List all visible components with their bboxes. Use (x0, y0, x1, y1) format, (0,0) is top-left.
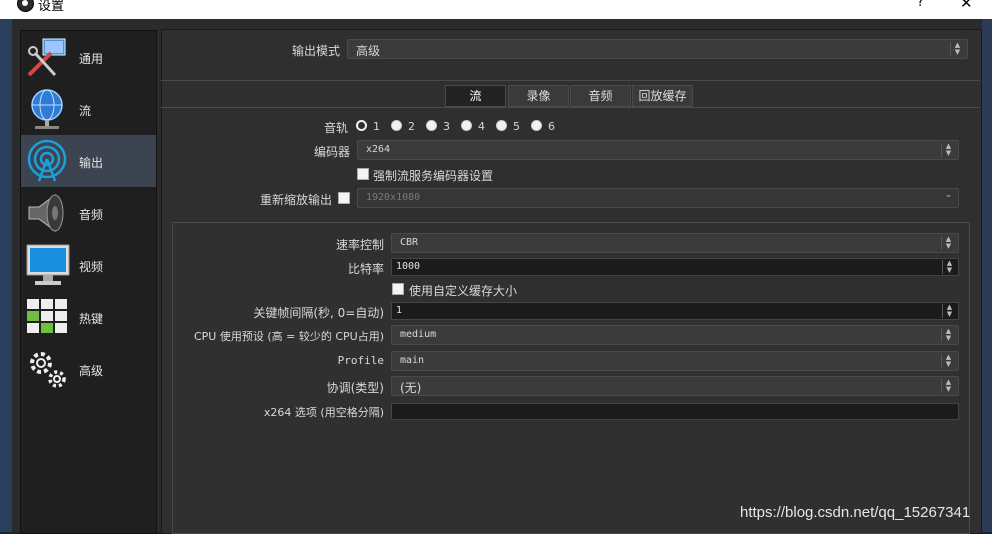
tune-select[interactable]: (无) ▲ ▼ (391, 376, 959, 396)
divider (161, 80, 980, 81)
encoder-label: 编码器 (313, 145, 350, 159)
tab-stream[interactable]: 流 (445, 85, 506, 107)
keyframe-value: 1 (396, 305, 403, 316)
radio-label: 2 (408, 120, 415, 133)
radio-label: 6 (548, 120, 555, 133)
obs-app-icon (17, 0, 34, 12)
sidebar-item-label: 热键 (79, 312, 104, 326)
tune-value: (无) (400, 381, 422, 395)
audio-track-radio-2[interactable] (391, 120, 402, 131)
bitrate-label: 比特率 (347, 262, 384, 276)
audio-track-radio-6[interactable] (531, 120, 542, 131)
spinbox-arrows-icon[interactable]: ▲ ▼ (942, 304, 956, 318)
cpu-preset-label: CPU 使用预设 (高 = 较少的 CPU占用) (193, 330, 384, 343)
monitor-icon (26, 244, 70, 285)
sidebar-item-label: 音频 (79, 208, 104, 222)
audio-track-radio-4[interactable] (461, 120, 472, 131)
rate-control-label: 速率控制 (335, 238, 384, 252)
cpu-preset-value: medium (400, 329, 437, 340)
sidebar-item-label: 输出 (79, 156, 104, 170)
keyframe-interval-label: 关键帧间隔(秒, 0=自动) (253, 306, 384, 320)
rescale-value: 1920x1080 (366, 192, 421, 203)
radio-label: 3 (443, 120, 450, 133)
desktop-edge-left (0, 19, 12, 532)
sidebar-item-hotkeys[interactable]: 热键 (21, 291, 156, 343)
desktop-edge-right (982, 19, 992, 532)
sidebar-item-video[interactable]: 视频 (21, 239, 156, 291)
updown-arrows-icon: ▲ ▼ (941, 143, 955, 157)
enforce-encoder-label: 强制流服务编码器设置 (373, 169, 494, 183)
output-mode-select[interactable]: 高级 ▲ ▼ (347, 39, 968, 59)
stream-globe-icon (31, 89, 63, 129)
bitrate-value: 1000 (396, 261, 421, 272)
audio-track-label: 音轨 (323, 121, 348, 135)
updown-arrows-icon: ▲ ▼ (941, 379, 955, 393)
x264-options-input[interactable] (391, 403, 959, 420)
rate-control-value: CBR (400, 237, 419, 248)
settings-sidebar: 通用 流 输出 音频 视频 热键 高级 (20, 30, 157, 534)
profile-label: Profile (337, 354, 384, 367)
radio-label: 4 (478, 120, 485, 133)
speaker-icon (28, 194, 64, 232)
output-mode-value: 高级 (356, 44, 381, 58)
tab-replay-buffer[interactable]: 回放缓存 (632, 85, 693, 107)
output-broadcast-icon (27, 139, 67, 182)
updown-arrows-icon: ▲ ▼ (950, 42, 964, 56)
x264-options-label: x264 选项 (用空格分隔) (263, 406, 384, 419)
bitrate-input[interactable]: 1000 ▲ ▼ (391, 258, 959, 276)
tab-divider (161, 107, 980, 108)
rescale-checkbox[interactable] (338, 192, 350, 204)
chevron-down-icon: ⌄ (944, 190, 953, 200)
title-bar: 设置 ? ✕ (0, 0, 992, 19)
radio-label: 5 (513, 120, 520, 133)
custom-buffer-label: 使用自定义缓存大小 (409, 284, 518, 298)
sidebar-item-output[interactable]: 输出 (21, 135, 156, 187)
sidebar-item-advanced[interactable]: 高级 (21, 343, 156, 395)
watermark-text: https://blog.csdn.net/qq_15267341 (740, 504, 971, 521)
custom-buffer-checkbox[interactable] (392, 283, 404, 295)
sidebar-item-general[interactable]: 通用 (21, 31, 156, 83)
tune-label: 协调(类型) (326, 381, 384, 395)
rate-control-select[interactable]: CBR ▲ ▼ (391, 233, 959, 253)
sidebar-item-label: 视频 (79, 260, 104, 274)
cpu-preset-select[interactable]: medium ▲ ▼ (391, 325, 959, 345)
sidebar-item-label: 高级 (79, 364, 104, 378)
window-title: 设置 (38, 0, 65, 14)
rescale-label: 重新缩放输出 (259, 193, 332, 207)
general-tools-icon (27, 38, 66, 77)
spinbox-arrows-icon[interactable]: ▲ ▼ (942, 260, 956, 274)
output-mode-label: 输出模式 (291, 44, 340, 58)
profile-select[interactable]: main ▲ ▼ (391, 351, 959, 371)
help-button[interactable]: ? (917, 0, 924, 10)
profile-value: main (400, 355, 425, 366)
tab-audio[interactable]: 音频 (570, 85, 631, 107)
sidebar-item-audio[interactable]: 音频 (21, 187, 156, 239)
close-button[interactable]: ✕ (960, 0, 973, 12)
keyboard-icon (27, 299, 67, 333)
encoder-select[interactable]: x264 ▲ ▼ (357, 140, 959, 160)
enforce-encoder-checkbox[interactable] (357, 168, 369, 180)
sidebar-item-label: 通用 (79, 52, 104, 66)
radio-label: 1 (373, 120, 380, 133)
sidebar-item-label: 流 (79, 104, 92, 118)
sidebar-item-stream[interactable]: 流 (21, 83, 156, 135)
updown-arrows-icon: ▲ ▼ (941, 328, 955, 342)
encoder-value: x264 (366, 144, 391, 155)
keyframe-interval-input[interactable]: 1 ▲ ▼ (391, 302, 959, 320)
gears-icon (30, 352, 66, 388)
rescale-resolution-select[interactable]: 1920x1080 ⌄ (357, 188, 959, 208)
tab-recording[interactable]: 录像 (508, 85, 569, 107)
updown-arrows-icon: ▲ ▼ (941, 236, 955, 250)
audio-track-radio-3[interactable] (426, 120, 437, 131)
audio-track-radio-1[interactable] (356, 120, 367, 131)
audio-track-radio-5[interactable] (496, 120, 507, 131)
updown-arrows-icon: ▲ ▼ (941, 354, 955, 368)
